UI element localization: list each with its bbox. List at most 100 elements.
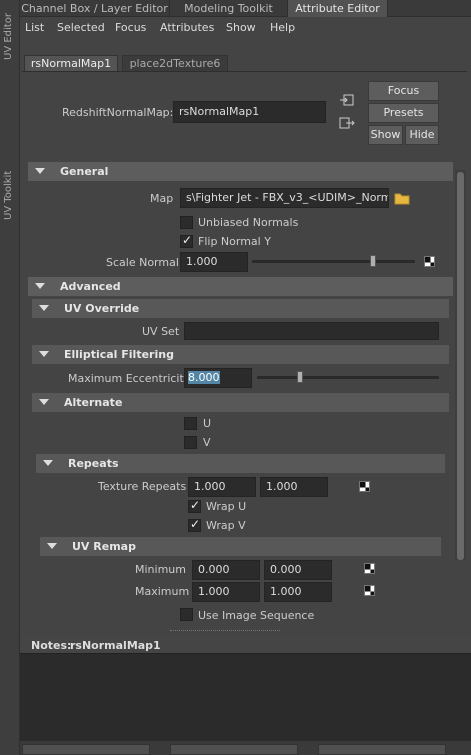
menu-show[interactable]: Show xyxy=(226,21,256,34)
section-alternate[interactable]: Alternate xyxy=(32,393,449,412)
uv-editor-vtab[interactable]: UV Editor xyxy=(0,0,20,68)
eccentricity-slider-track[interactable] xyxy=(257,376,439,379)
max-eccentricity-label: Maximum Eccentricity xyxy=(68,372,191,385)
collapse-triangle-icon xyxy=(35,283,45,289)
alternate-v-label: V xyxy=(203,436,211,449)
top-tab-bar: Channel Box / Layer Editor Modeling Tool… xyxy=(20,0,471,17)
alternate-u-checkbox[interactable] xyxy=(184,417,197,430)
use-image-sequence-checkbox[interactable] xyxy=(180,608,193,621)
bottom-copy-tab-button[interactable] xyxy=(318,744,446,755)
wrap-v-label: Wrap V xyxy=(206,519,246,532)
input-connection-icon[interactable] xyxy=(339,93,355,107)
wrap-u-label: Wrap U xyxy=(206,500,247,513)
collapse-triangle-icon xyxy=(35,168,45,174)
section-uv-override-title: UV Override xyxy=(64,302,140,315)
section-elliptical-title: Elliptical Filtering xyxy=(64,348,174,361)
tab-channel-box[interactable]: Channel Box / Layer Editor xyxy=(20,0,170,17)
section-uv-remap[interactable]: UV Remap xyxy=(40,537,441,556)
node-tab-divider xyxy=(22,71,467,72)
menu-selected[interactable]: Selected xyxy=(57,21,105,34)
map-label: Map xyxy=(150,192,174,205)
collapse-triangle-icon xyxy=(43,460,53,466)
remap-maximum-v-field[interactable]: 1.000 xyxy=(264,582,332,602)
node-tab-rsnormalmap[interactable]: rsNormalMap1 xyxy=(24,55,118,72)
section-repeats[interactable]: Repeats xyxy=(36,454,445,473)
checkmark-icon: ✓ xyxy=(190,498,201,512)
remap-maximum-u-field[interactable]: 1.000 xyxy=(192,582,260,602)
section-elliptical-filtering[interactable]: Elliptical Filtering xyxy=(32,345,449,364)
section-uv-override[interactable]: UV Override xyxy=(32,299,449,318)
section-alternate-title: Alternate xyxy=(64,396,123,409)
map-path-field[interactable]: s\Fighter Jet - FBX_v3_<UDIM>_Normal.p xyxy=(180,188,389,208)
menu-attributes[interactable]: Attributes xyxy=(160,21,214,34)
scale-normal-slider-track[interactable] xyxy=(252,260,415,263)
uv-toolkit-vtab[interactable]: UV Toolkit xyxy=(0,80,20,220)
remap-minimum-checker-icon[interactable] xyxy=(364,563,375,574)
checkmark-icon: ✓ xyxy=(190,517,201,531)
remap-minimum-label: Minimum xyxy=(135,563,186,576)
checkmark-icon: ✓ xyxy=(182,233,193,247)
show-button[interactable]: Show xyxy=(368,125,403,145)
folder-icon[interactable] xyxy=(394,192,410,205)
focus-button[interactable]: Focus xyxy=(368,81,439,101)
flip-normal-y-label: Flip Normal Y xyxy=(198,235,271,248)
alternate-u-label: U xyxy=(203,417,212,430)
attribute-scrollbar-thumb[interactable] xyxy=(457,172,464,560)
texture-repeats-label: Texture Repeats xyxy=(98,480,187,493)
eccentricity-slider-handle[interactable] xyxy=(297,371,303,383)
scale-normal-label: Scale Normal xyxy=(106,256,179,269)
scale-normal-slider-handle[interactable] xyxy=(370,255,376,267)
notes-text-area[interactable] xyxy=(20,653,471,741)
map-texture-checker-icon[interactable] xyxy=(424,256,435,267)
tab-attribute-editor[interactable]: Attribute Editor xyxy=(288,0,388,17)
collapse-triangle-icon xyxy=(39,351,49,357)
texture-repeats-u-field[interactable]: 1.000 xyxy=(188,477,256,497)
collapse-triangle-icon xyxy=(39,399,49,405)
collapse-triangle-icon xyxy=(39,305,49,311)
menu-bar: List Selected Focus Attributes Show Help xyxy=(20,17,471,39)
menu-list[interactable]: List xyxy=(25,21,44,34)
node-name-field[interactable]: rsNormalMap1 xyxy=(173,101,326,123)
remap-minimum-u-field[interactable]: 0.000 xyxy=(192,560,260,580)
unbiased-normals-label: Unbiased Normals xyxy=(198,216,299,229)
alternate-v-checkbox[interactable] xyxy=(184,436,197,449)
uv-set-label: UV Set xyxy=(142,325,180,338)
tab-modeling-toolkit[interactable]: Modeling Toolkit xyxy=(170,0,288,17)
node-tab-place2dtexture[interactable]: place2dTexture6 xyxy=(122,55,228,72)
texture-repeats-v-field[interactable]: 1.000 xyxy=(260,477,328,497)
bottom-load-attributes-button[interactable] xyxy=(170,744,298,755)
texture-repeats-checker-icon[interactable] xyxy=(359,481,370,492)
section-general-title: General xyxy=(60,165,109,178)
remap-maximum-checker-icon[interactable] xyxy=(364,585,375,596)
left-tool-strip: UV Editor UV Toolkit xyxy=(0,0,20,755)
uv-toolkit-vtab-label: UV Toolkit xyxy=(3,170,14,220)
menu-focus[interactable]: Focus xyxy=(115,21,146,34)
menu-help[interactable]: Help xyxy=(270,21,295,34)
section-repeats-title: Repeats xyxy=(68,457,119,470)
wrap-v-checkbox[interactable]: ✓ xyxy=(188,517,201,532)
remap-minimum-v-field[interactable]: 0.000 xyxy=(264,560,332,580)
notes-header: Notes: rsNormalMap1 xyxy=(20,636,471,653)
notes-label: Notes: xyxy=(31,639,72,652)
wrap-u-checkbox[interactable]: ✓ xyxy=(188,498,201,513)
uv-set-field[interactable] xyxy=(184,322,439,340)
section-uv-remap-title: UV Remap xyxy=(72,540,136,553)
section-general[interactable]: General xyxy=(28,162,453,181)
remap-maximum-label: Maximum xyxy=(135,585,190,598)
hide-button[interactable]: Hide xyxy=(405,125,439,145)
use-image-sequence-label: Use Image Sequence xyxy=(198,609,315,622)
flip-normal-y-checkbox[interactable]: ✓ xyxy=(180,233,193,248)
output-connection-icon[interactable] xyxy=(339,116,355,130)
presets-button[interactable]: Presets xyxy=(368,103,439,123)
section-advanced-title: Advanced xyxy=(60,280,121,293)
collapse-triangle-icon xyxy=(47,543,57,549)
notes-splitter-handle[interactable] xyxy=(170,630,280,632)
unbiased-normals-checkbox[interactable] xyxy=(180,216,193,229)
scale-normal-field[interactable]: 1.000 xyxy=(180,252,248,272)
max-eccentricity-field[interactable]: 8.000 xyxy=(184,368,252,388)
uv-editor-vtab-label: UV Editor xyxy=(3,13,14,60)
section-advanced[interactable]: Advanced xyxy=(28,277,453,296)
max-eccentricity-value: 8.000 xyxy=(188,371,220,384)
bottom-select-button[interactable] xyxy=(22,744,150,755)
notes-node-name: rsNormalMap1 xyxy=(70,639,161,652)
